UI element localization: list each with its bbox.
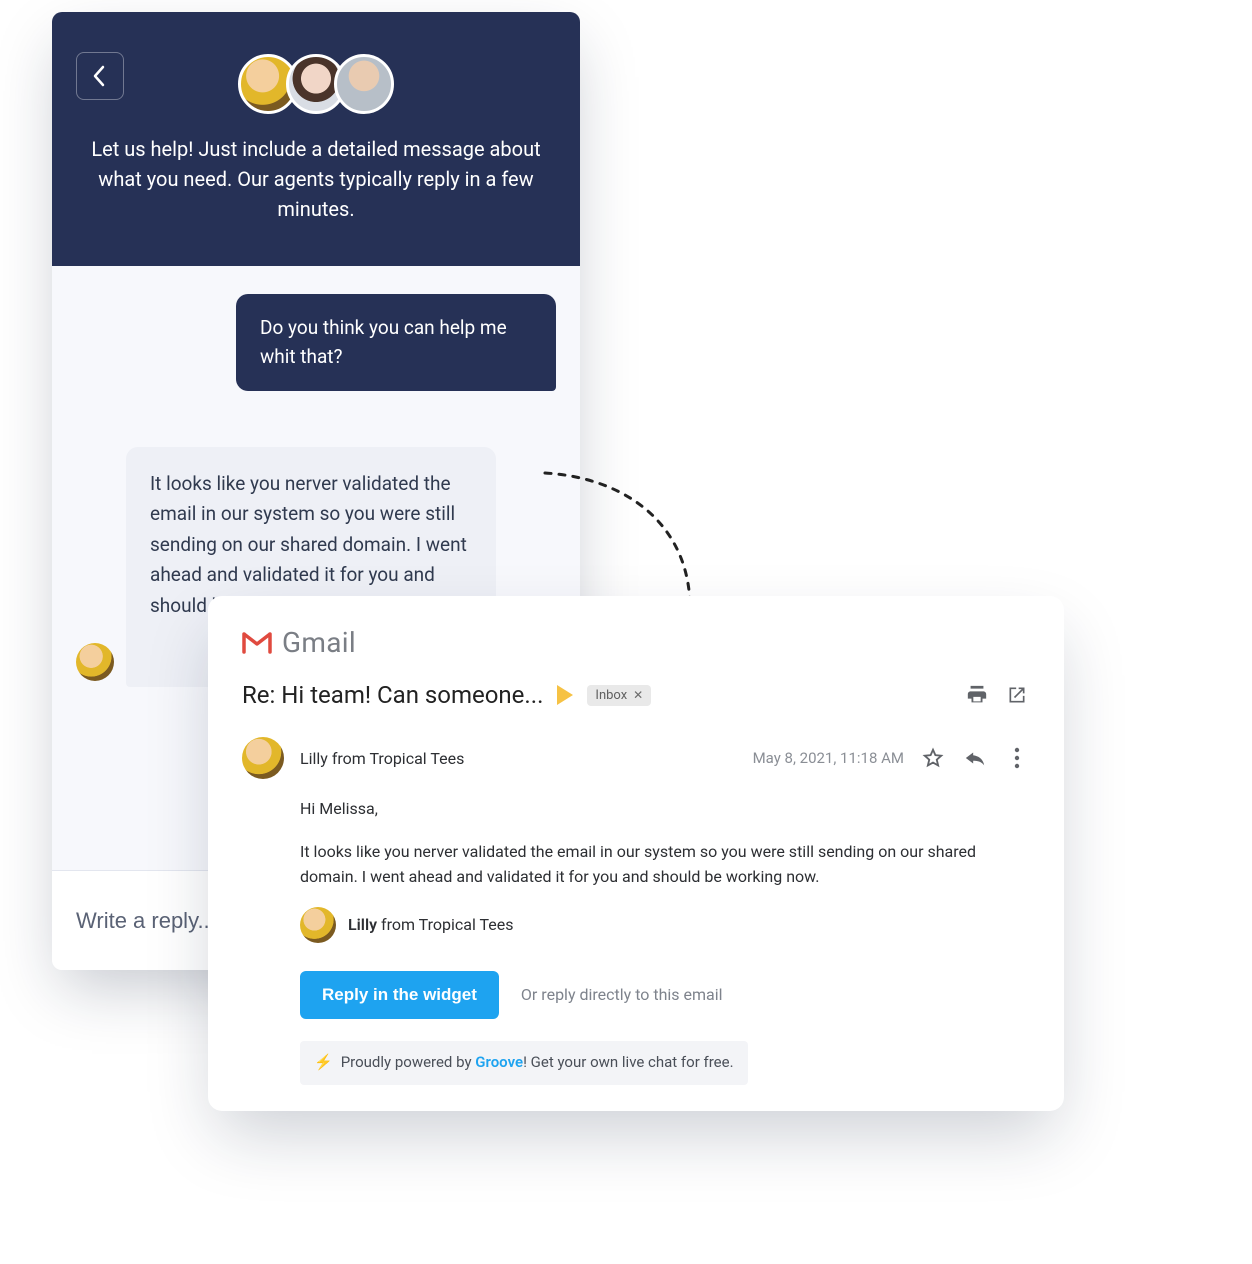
gmail-icon: [242, 632, 272, 654]
sender-avatar: [242, 737, 284, 779]
powered-by-banner: ⚡ Proudly powered by Groove! Get your ow…: [300, 1041, 748, 1084]
agent-avatars: [80, 54, 552, 114]
email-brand-label: Gmail: [282, 626, 356, 659]
reply-in-widget-button[interactable]: Reply in the widget: [300, 971, 499, 1019]
email-subject: Re: Hi team! Can someone...: [242, 681, 543, 709]
reply-arrow-button[interactable]: [962, 745, 988, 771]
more-button[interactable]: [1004, 745, 1030, 771]
or-reply-text: Or reply directly to this email: [521, 983, 723, 1008]
inbox-tag-remove-icon[interactable]: ✕: [633, 688, 643, 702]
chat-intro-text: Let us help! Just include a detailed mes…: [86, 134, 546, 224]
print-icon: [966, 684, 988, 706]
email-date: May 8, 2021, 11:18 AM: [753, 749, 904, 767]
more-vert-icon: [1014, 747, 1020, 769]
powered-pre: Proudly powered by: [341, 1053, 476, 1071]
inbox-tag-label: Inbox: [595, 688, 627, 703]
user-message-bubble: Do you think you can help me whit that?: [236, 294, 556, 391]
chat-header: Let us help! Just include a detailed mes…: [52, 12, 580, 266]
print-button[interactable]: [964, 682, 990, 708]
signature-avatar: [300, 907, 336, 943]
subject-row: Re: Hi team! Can someone... Inbox ✕: [242, 681, 1030, 709]
chevron-left-icon: [92, 65, 108, 87]
back-button[interactable]: [76, 52, 124, 100]
signature-name: Lilly: [348, 915, 377, 934]
email-from: Lilly from Tropical Tees: [300, 749, 464, 768]
reply-icon: [964, 748, 986, 768]
agent-avatar: [76, 643, 114, 681]
email-brand-row: Gmail: [242, 626, 1030, 659]
lightning-icon: ⚡: [314, 1051, 333, 1074]
email-body: Hi Melissa, It looks like you nerver val…: [300, 797, 1030, 1085]
star-button[interactable]: [920, 745, 946, 771]
signature-rest: from Tropical Tees: [377, 915, 513, 934]
email-meta-row: Lilly from Tropical Tees May 8, 2021, 11…: [242, 737, 1030, 779]
email-greeting: Hi Melissa,: [300, 797, 1030, 822]
email-body-text: It looks like you nerver validated the e…: [300, 840, 1030, 890]
star-icon: [922, 747, 944, 769]
email-signature: Lilly from Tropical Tees: [300, 907, 1030, 943]
open-in-new-icon: [1007, 685, 1027, 705]
email-actions: Reply in the widget Or reply directly to…: [300, 971, 1030, 1019]
signature-text: Lilly from Tropical Tees: [348, 913, 514, 938]
powered-post: ! Get your own live chat for free.: [523, 1053, 733, 1071]
important-marker-icon[interactable]: [557, 685, 573, 705]
open-new-button[interactable]: [1004, 682, 1030, 708]
email-panel: Gmail Re: Hi team! Can someone... Inbox …: [208, 596, 1064, 1111]
inbox-tag[interactable]: Inbox ✕: [587, 685, 651, 706]
avatar: [334, 54, 394, 114]
powered-brand-link[interactable]: Groove: [475, 1053, 523, 1071]
